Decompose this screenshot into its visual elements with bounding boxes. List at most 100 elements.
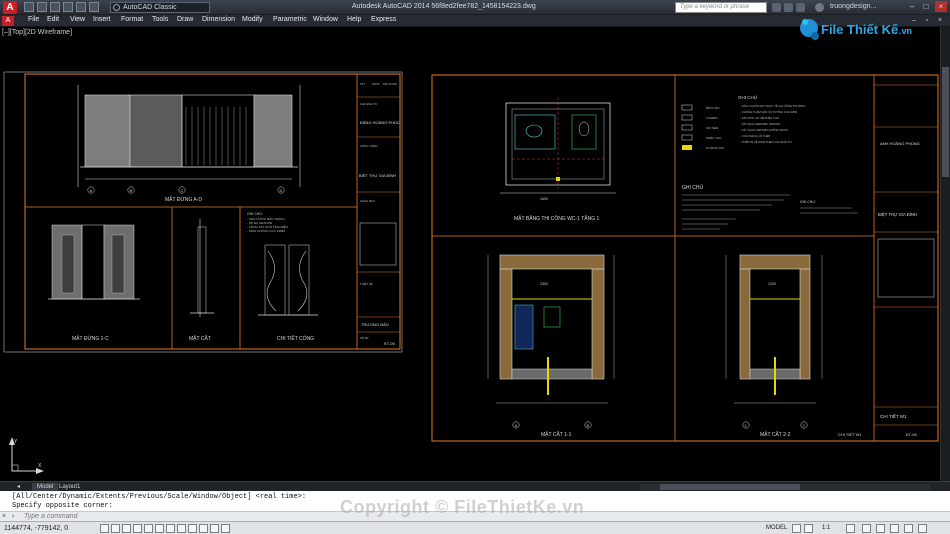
svg-text:- SÀN DỐC 1% VỀ PHỄU THU: - SÀN DỐC 1% VỀ PHỄU THU (740, 115, 779, 120)
svg-text:1200: 1200 (768, 282, 776, 286)
vertical-scrollbar[interactable] (940, 27, 950, 481)
filethietke-logo: File Thiết Kế .vn (797, 12, 927, 53)
menu-dimension[interactable]: Dimension (202, 16, 235, 23)
svg-text:HẠNG MỤC: HẠNG MỤC (360, 199, 375, 203)
object-snap-tracking-icon[interactable] (166, 524, 175, 533)
menu-file[interactable]: File (28, 16, 39, 23)
doc-close-icon[interactable]: × (934, 15, 946, 26)
workspace-switching-icon[interactable] (862, 524, 871, 533)
menu-format[interactable]: Format (121, 16, 143, 23)
autocad-logo-icon[interactable]: A (3, 1, 17, 14)
svg-text:- THIẾT BỊ VỆ SINH THEO CHỦ ĐẦ: - THIẾT BỊ VỆ SINH THEO CHỦ ĐẦU TƯ (740, 139, 793, 144)
ortho-mode-icon[interactable] (122, 524, 131, 533)
open-icon[interactable] (37, 2, 47, 12)
annotation-scale-label[interactable]: 1:1 (822, 525, 830, 531)
svg-text:2300: 2300 (540, 282, 548, 286)
menu-draw[interactable]: Draw (177, 16, 193, 23)
menu-express[interactable]: Express (371, 16, 396, 23)
command-history-line: Specify opposite corner: (12, 502, 113, 510)
isolate-objects-icon[interactable] (904, 524, 913, 533)
clean-screen-icon[interactable] (918, 524, 927, 533)
left-sheet-outer (3, 71, 403, 353)
polar-tracking-icon[interactable] (133, 524, 142, 533)
minimize-icon[interactable]: – (906, 1, 918, 12)
svg-text:- KÍNH CƯỜNG LỰC 10MM: - KÍNH CƯỜNG LỰC 10MM (247, 228, 286, 233)
menu-insert[interactable]: Insert (93, 16, 111, 23)
transparency-icon[interactable] (210, 524, 219, 533)
menu-window[interactable]: Window (313, 16, 338, 23)
quick-view-drawings-icon[interactable] (804, 524, 813, 533)
close-icon[interactable]: × (2, 513, 9, 520)
svg-text:- KÍCH THƯỚC ĐO THỰC TẾ TẠI CÔ: - KÍCH THƯỚC ĐO THỰC TẾ TẠI CÔNG TRƯỜNG (740, 103, 805, 108)
close-icon[interactable]: × (935, 1, 947, 12)
nav-first-icon[interactable]: ◂ (12, 483, 25, 491)
new-icon[interactable] (24, 2, 34, 12)
left-company: ĐẶNG HOÀNG PHÚC (360, 120, 400, 125)
drawing-canvas[interactable]: [–][Top][2D Wireframe] A B C D MẶT ĐỨNG … (0, 27, 940, 481)
viewport-controls[interactable]: [–][Top][2D Wireframe] (2, 29, 72, 36)
section-title: MẶT CẮT (189, 334, 211, 342)
svg-text:2: 2 (803, 423, 806, 428)
menu-view[interactable]: View (70, 16, 85, 23)
menu-edit[interactable]: Edit (47, 16, 59, 23)
dynamic-ucs-icon[interactable] (177, 524, 186, 533)
command-history-line: [All/Center/Dynamic/Extents/Previous/Sca… (12, 493, 307, 501)
section-22-title: MẶT CẮT 2-2 (760, 430, 791, 438)
search-icon[interactable] (772, 3, 781, 12)
wc-notes: GHI CHÚ BỒN CẦU LAVABO VÒI SEN PHỄU THU … (681, 94, 858, 230)
lock-icon[interactable] (876, 524, 885, 533)
menu-parametric[interactable]: Parametric (273, 16, 307, 23)
svg-text:1: 1 (745, 423, 748, 428)
left-project: BIỆT THỰ GIA ĐÌNH (359, 173, 396, 178)
favorites-star-icon[interactable] (796, 3, 805, 12)
ucs-icon: Y X (9, 437, 44, 474)
3d-object-snap-icon[interactable] (155, 524, 164, 533)
user-icon[interactable] (815, 3, 824, 12)
svg-text:X: X (38, 463, 42, 469)
autocad-window: A AutoCAD Classic Autodesk AutoCAD 2014 … (0, 0, 950, 534)
horizontal-scrollbar-thumb[interactable] (660, 484, 800, 490)
quick-properties-icon[interactable] (221, 524, 230, 533)
object-snap-icon[interactable] (144, 524, 153, 533)
snap-mode-icon[interactable] (100, 524, 109, 533)
svg-text:File Thiết Kế: File Thiết Kế (821, 22, 899, 37)
model-space-label[interactable]: MODEL (766, 525, 787, 531)
right-project: BIỆT THỰ GIA ĐÌNH (878, 212, 917, 217)
vertical-scrollbar-thumb[interactable] (942, 67, 949, 177)
section-11-title: MẶT CẮT 1-1 (541, 430, 572, 438)
svg-text:THIẾT KẾ: THIẾT KẾ (360, 281, 373, 286)
lineweight-icon[interactable] (199, 524, 208, 533)
coordinates-readout[interactable]: 1144774, -779142, 0 (4, 525, 68, 532)
menu-modify[interactable]: Modify (242, 16, 263, 23)
right-titleblock: ANH HOÀNG PHÚNG BIỆT THỰ GIA ĐÌNH CHI TI… (874, 84, 938, 437)
dynamic-input-icon[interactable] (188, 524, 197, 533)
communication-icon[interactable] (784, 3, 793, 12)
save-as-icon[interactable] (63, 2, 73, 12)
save-icon[interactable] (50, 2, 60, 12)
annotation-visibility-icon[interactable] (846, 524, 855, 533)
workspace-dropdown[interactable]: AutoCAD Classic (110, 2, 210, 13)
tab-layout1[interactable]: Layout1 (54, 483, 85, 491)
svg-text:LAVABO: LAVABO (706, 116, 718, 120)
svg-text:A: A (515, 423, 518, 428)
axis-a-label: A (90, 188, 93, 193)
print-icon[interactable] (76, 2, 86, 12)
document-icon[interactable]: A (2, 16, 14, 26)
menu-help[interactable]: Help (347, 16, 361, 23)
drawing-svg: A B C D MẶT ĐỨNG A-D MẶT ĐỨNG 1-C MẶT CẮ… (3, 71, 939, 474)
command-prompt-icon[interactable]: › (12, 513, 14, 520)
svg-text:CHỦ ĐẦU TƯ: CHỦ ĐẦU TƯ (360, 101, 378, 106)
quick-view-layouts-icon[interactable] (792, 524, 801, 533)
right-detail-title: CHI TIẾT W1 (880, 413, 907, 419)
right-company: ANH HOÀNG PHÚNG (880, 141, 920, 146)
undo-icon[interactable] (89, 2, 99, 12)
menu-tools[interactable]: Tools (152, 16, 168, 23)
maximize-icon[interactable]: □ (920, 1, 932, 12)
search-input[interactable]: Type a keyword or phrase (675, 2, 767, 13)
layout-tab-bar: ◂ Model Layout1 (0, 481, 950, 491)
user-label[interactable]: truongdesign... (830, 3, 876, 10)
grid-display-icon[interactable] (111, 524, 120, 533)
svg-text:- CHỐNG THẤM SÀN VÀ TƯỜNG CAO: - CHỐNG THẤM SÀN VÀ TƯỜNG CAO 1800 (740, 109, 798, 114)
horizontal-scrollbar[interactable] (640, 484, 930, 490)
hardware-acceleration-icon[interactable] (890, 524, 899, 533)
